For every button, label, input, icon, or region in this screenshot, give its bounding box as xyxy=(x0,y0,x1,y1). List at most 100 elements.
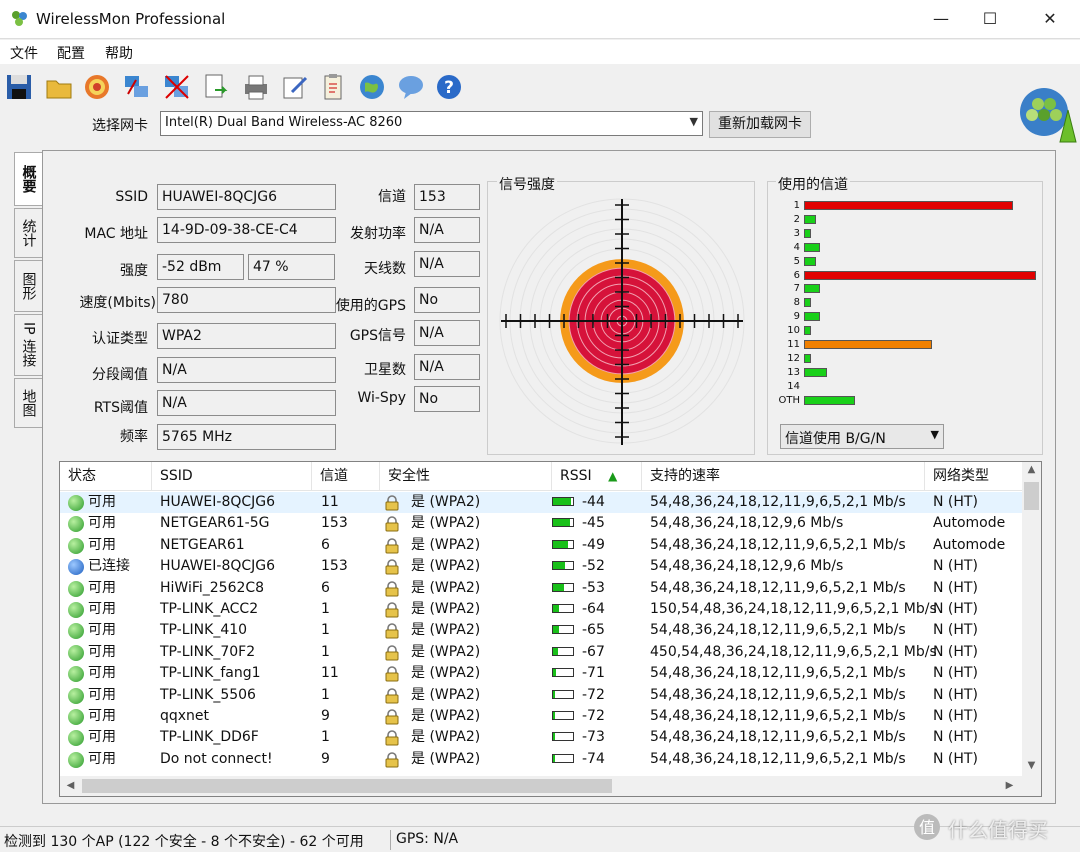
channel-filter-select[interactable]: 信道使用 B/G/N ▼ xyxy=(780,424,944,449)
table-row[interactable]: 可用 HUAWEI-8QCJG6 11 是 (WPA2) -44 54,48,36,24,… xyxy=(60,492,1022,514)
adapter-label: 选择网卡 xyxy=(92,118,148,134)
rates-cell: 54,48,36,24,18,12,11,9,6,5,2,1 Mb/s xyxy=(650,579,906,596)
watermark: 值 什么值得买 xyxy=(912,806,1076,846)
table-row[interactable]: 可用 HiWiFi_2562C8 6 是 (WPA2) -53 54,48,36,24,1… xyxy=(60,578,1022,599)
channel-usage-chart: 1 2 3 4 5 6 7 8 9 10 11 12 13 14 OTH xyxy=(770,200,1040,410)
save-icon[interactable] xyxy=(4,72,34,102)
ssid-cell: NETGEAR61 xyxy=(160,536,245,553)
table-row[interactable]: 可用 Do not connect! 9 是 (WPA2) -74 54,48,36,24… xyxy=(60,749,1022,770)
channel-label: 8 xyxy=(793,297,800,309)
tab-summary[interactable]: 概要 xyxy=(14,152,42,206)
table-row[interactable]: 可用 TP-LINK_70F2 1 是 (WPA2) -67 450,54,48,36,2… xyxy=(60,642,1022,663)
network-type-cell: N (HT) xyxy=(933,708,978,724)
channel-bar xyxy=(804,340,932,349)
network-cards-icon[interactable] xyxy=(122,72,152,102)
disconnect-icon[interactable] xyxy=(162,72,192,102)
vertical-scroll-thumb[interactable] xyxy=(1024,482,1039,510)
print-icon[interactable] xyxy=(241,72,271,102)
open-folder-icon[interactable] xyxy=(44,72,74,102)
col-status[interactable]: 状态 xyxy=(60,462,152,491)
col-security[interactable]: 安全性 xyxy=(380,462,552,491)
table-row[interactable]: 可用 TP-LINK_5506 1 是 (WPA2) -72 54,48,36,24,18… xyxy=(60,685,1022,706)
txpower-label: 发射功率 xyxy=(350,226,406,242)
scroll-down-icon[interactable]: ▼ xyxy=(1023,760,1040,771)
table-row[interactable]: 可用 NETGEAR61 6 是 (WPA2) -49 54,48,36,24,18,12… xyxy=(60,535,1022,556)
rssi-cell: -49 xyxy=(582,536,605,553)
clipboard-icon[interactable] xyxy=(318,72,348,102)
reload-adapter-button[interactable]: 重新加载网卡 xyxy=(709,111,811,138)
status-cell: 可用 xyxy=(88,643,116,660)
minimize-button[interactable]: — xyxy=(918,0,964,39)
edit-icon[interactable] xyxy=(280,72,310,102)
network-type-cell: N (HT) xyxy=(933,622,978,639)
network-type-cell: N (HT) xyxy=(933,686,978,703)
frag-field: N/A xyxy=(157,357,336,383)
network-type-cell: N (HT) xyxy=(933,665,978,682)
col-ssid[interactable]: SSID xyxy=(152,462,312,491)
menu-file[interactable]: 文件 xyxy=(10,43,38,63)
rssi-level-fill xyxy=(553,605,559,612)
table-row[interactable]: 可用 NETGEAR61-5G 153 是 (WPA2) -45 54,48,36,24,… xyxy=(60,513,1022,534)
table-row[interactable]: 可用 qqxnet 9 是 (WPA2) -72 54,48,36,24,18,12,11… xyxy=(60,706,1022,727)
rssi-level-fill xyxy=(553,712,556,719)
scroll-right-icon[interactable]: ▶ xyxy=(1001,780,1018,791)
col-channel[interactable]: 信道 xyxy=(312,462,380,491)
menu-help[interactable]: 帮助 xyxy=(105,43,133,63)
signal-radar xyxy=(499,198,745,445)
rssi-level-fill xyxy=(553,498,571,505)
tab-map[interactable]: 地图 xyxy=(14,378,42,428)
available-status-icon xyxy=(68,495,84,511)
available-status-icon xyxy=(68,644,84,661)
rates-cell: 54,48,36,24,18,12,11,9,6,5,2,1 Mb/s xyxy=(650,750,906,767)
adapter-select[interactable]: Intel(R) Dual Band Wireless-AC 8260 ▼ xyxy=(160,111,703,136)
tab-ip-connection[interactable]: IP 连接 xyxy=(14,314,42,376)
help-icon[interactable]: ? xyxy=(434,72,464,102)
channel-cell: 153 xyxy=(321,558,348,575)
maximize-button[interactable]: ☐ xyxy=(967,0,1013,39)
table-row[interactable]: 已连接 HUAWEI-8QCJG6 153 是 (WPA2) -52 54,48,36,2… xyxy=(60,556,1022,577)
channel-bar xyxy=(804,214,816,224)
table-row[interactable]: 可用 TP-LINK_DD6F 1 是 (WPA2) -73 54,48,36,24,18… xyxy=(60,727,1022,748)
status-separator xyxy=(390,830,391,850)
menu-config[interactable]: 配置 xyxy=(57,43,85,63)
rssi-level-fill xyxy=(553,669,556,677)
connected-status-icon xyxy=(68,559,84,576)
channel-usage-title: 使用的信道 xyxy=(776,174,850,194)
channel-cell: 1 xyxy=(321,622,330,639)
close-button[interactable]: ✕ xyxy=(1027,0,1073,39)
rssi-level-bar xyxy=(552,689,574,699)
ssid-cell: TP-LINK_DD6F xyxy=(160,729,259,746)
rssi-cell: -65 xyxy=(582,622,605,639)
app-icon xyxy=(12,11,27,26)
col-rssi[interactable]: RSSI ▲ xyxy=(552,462,642,491)
target-icon[interactable] xyxy=(82,72,112,102)
channel-bar xyxy=(804,312,821,322)
status-cell: 可用 xyxy=(88,708,116,724)
horizontal-scroll-thumb[interactable] xyxy=(82,779,612,793)
col-network-type[interactable]: 网络类型 xyxy=(925,462,1025,491)
table-row[interactable]: 可用 TP-LINK_ACC2 1 是 (WPA2) -64 150,54,48,36,2… xyxy=(60,599,1022,620)
channel-label: 5 xyxy=(793,255,800,267)
globe-icon[interactable] xyxy=(357,72,387,102)
channel-label: OTH xyxy=(778,394,801,406)
watermark-text: 什么值得买 xyxy=(948,818,1048,842)
export-icon[interactable] xyxy=(201,72,231,102)
status-cell: 可用 xyxy=(88,665,116,682)
security-cell: 是 (WPA2) xyxy=(411,579,481,596)
network-type-cell: N (HT) xyxy=(933,579,978,596)
mac-label: MAC 地址 xyxy=(84,226,148,242)
channel-bar xyxy=(804,284,821,294)
vertical-scrollbar[interactable]: ▲ ▼ xyxy=(1022,462,1041,776)
speed-label: 速度(Mbits) xyxy=(79,295,156,311)
col-rates[interactable]: 支持的速率 xyxy=(642,462,925,491)
table-row[interactable]: 可用 TP-LINK_fang1 11 是 (WPA2) -71 54,48,36,24,… xyxy=(60,663,1022,684)
scroll-left-icon[interactable]: ◀ xyxy=(62,780,79,791)
tab-graph[interactable]: 图形 xyxy=(14,260,42,312)
chat-icon[interactable] xyxy=(396,72,426,102)
scroll-up-icon[interactable]: ▲ xyxy=(1023,464,1040,475)
table-row[interactable]: 可用 TP-LINK_410 1 是 (WPA2) -65 54,48,36,24,18,… xyxy=(60,620,1022,641)
lock-icon xyxy=(385,730,399,746)
tab-statistics[interactable]: 统计 xyxy=(14,208,42,258)
horizontal-scrollbar[interactable]: ◀ ▶ xyxy=(60,776,1041,796)
chevron-down-icon: ▼ xyxy=(689,115,698,128)
